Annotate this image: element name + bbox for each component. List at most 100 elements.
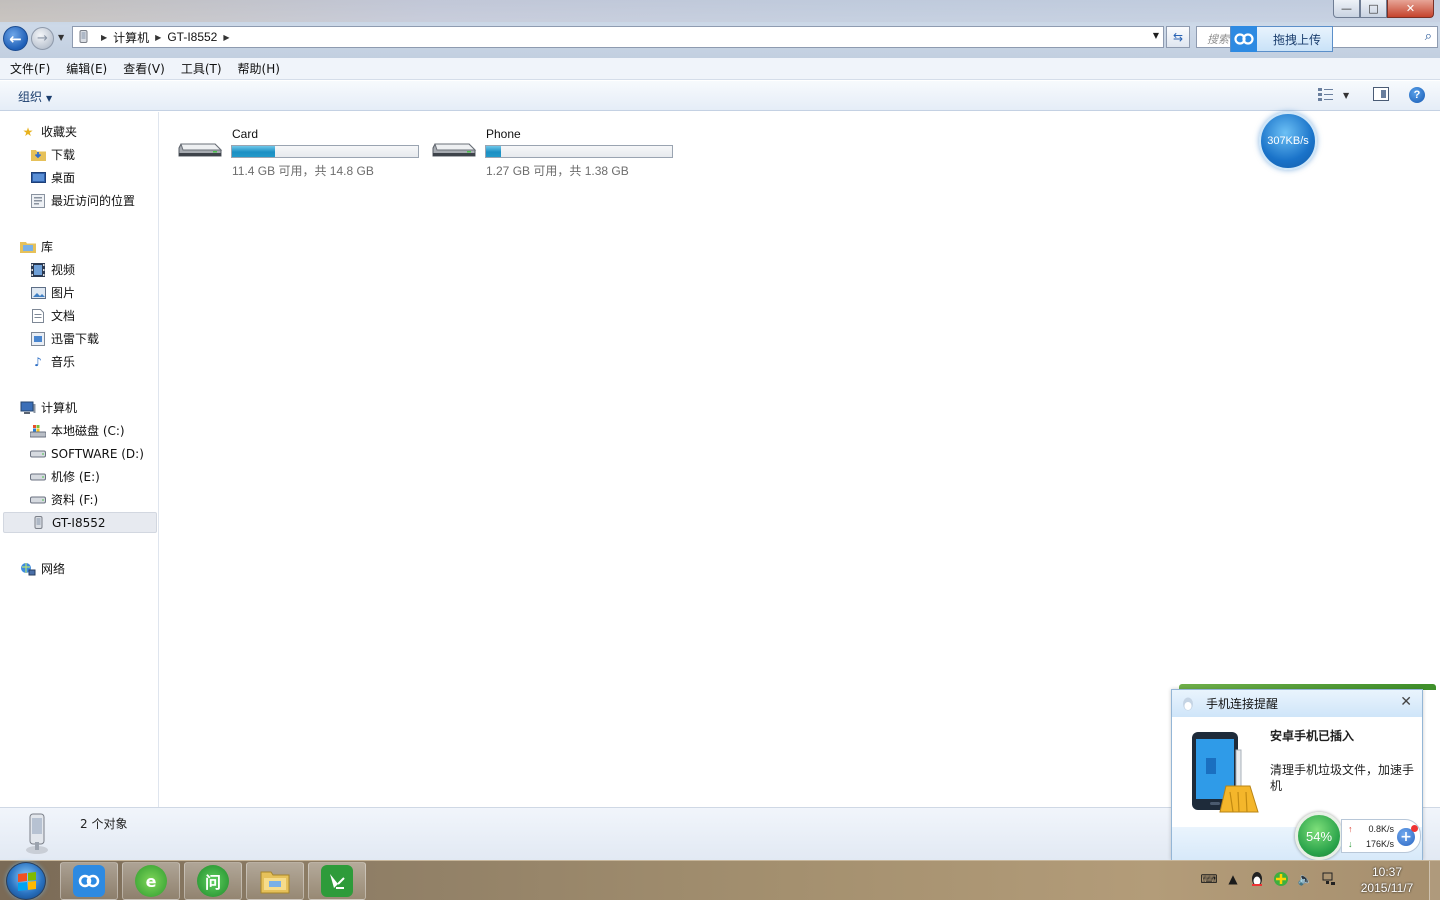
nav-item-drive-f[interactable]: 资料 (F:) bbox=[30, 489, 98, 510]
drive-name: Phone bbox=[486, 127, 521, 141]
nav-item-pictures[interactable]: 图片 bbox=[30, 282, 75, 303]
hard-drive-icon bbox=[30, 493, 46, 507]
nav-item-thunder-downloads[interactable]: 迅雷下载 bbox=[30, 328, 99, 349]
folder-icon bbox=[259, 865, 291, 897]
upload-speed-row: ↑ 0.8K/s bbox=[1348, 824, 1394, 834]
nav-item-desktop[interactable]: 桌面 bbox=[30, 167, 75, 188]
removable-drive-icon bbox=[178, 143, 223, 157]
close-button[interactable]: ✕ bbox=[1387, 0, 1434, 18]
hard-drive-icon bbox=[30, 470, 46, 484]
nav-item-music[interactable]: ♪ 音乐 bbox=[30, 351, 75, 372]
phone-device-icon bbox=[31, 515, 47, 530]
network-connection-icon[interactable] bbox=[1320, 871, 1338, 887]
minimize-button[interactable]: — bbox=[1333, 0, 1360, 18]
nav-item-label: 图片 bbox=[51, 286, 76, 300]
change-view-button[interactable] bbox=[1318, 87, 1334, 105]
nav-computer-label: 计算机 bbox=[41, 401, 78, 415]
breadcrumb-chevron-icon[interactable]: ▶ bbox=[223, 33, 229, 42]
system-drive-icon bbox=[30, 424, 46, 438]
start-button[interactable] bbox=[6, 862, 46, 900]
memory-usage-ball[interactable]: 54% bbox=[1295, 812, 1343, 860]
taskbar-360-browser[interactable]: e bbox=[122, 862, 180, 900]
back-button[interactable]: ← bbox=[3, 26, 28, 51]
nav-item-downloads[interactable]: 下载 bbox=[30, 144, 75, 165]
view-dropdown-icon[interactable]: ▼ bbox=[1343, 91, 1349, 100]
clock-date: 2015/11/7 bbox=[1360, 881, 1414, 895]
chevron-down-icon: ▼ bbox=[46, 94, 53, 103]
download-speed: 176K/s bbox=[1365, 839, 1394, 849]
menu-file[interactable]: 文件(F) bbox=[10, 60, 50, 77]
drive-phone[interactable]: Phone 1.27 GB 可用，共 1.38 GB bbox=[431, 118, 676, 178]
nav-item-videos[interactable]: 视频 bbox=[30, 259, 75, 280]
taskbar: e 问 ⌨ ▲ 🔈 10:37 2015/11/7 bbox=[0, 860, 1440, 900]
volume-icon[interactable]: 🔈 bbox=[1296, 871, 1314, 887]
search-icon[interactable]: ⌕ bbox=[1425, 29, 1432, 44]
breadcrumb-computer[interactable]: 计算机 bbox=[113, 29, 149, 46]
organize-button[interactable]: 组织 ▼ bbox=[18, 88, 52, 105]
baidu-cloud-icon bbox=[73, 865, 105, 897]
menu-help[interactable]: 帮助(H) bbox=[238, 60, 280, 77]
nav-item-documents[interactable]: 文档 bbox=[30, 305, 75, 326]
nav-item-drive-d[interactable]: SOFTWARE (D:) bbox=[30, 443, 144, 464]
breadcrumb-chevron-icon[interactable]: ▶ bbox=[101, 33, 107, 42]
nav-item-label: 视频 bbox=[51, 263, 76, 277]
menu-view[interactable]: 查看(V) bbox=[123, 60, 165, 77]
address-history-dropdown[interactable]: ▼ bbox=[1153, 31, 1159, 40]
nav-item-gt-i8552[interactable]: GT-I8552 bbox=[3, 512, 157, 533]
address-bar[interactable]: ▶ 计算机 ▶ GT-I8552 ▶ ▼ bbox=[72, 26, 1164, 48]
nav-item-label: GT-I8552 bbox=[52, 515, 106, 530]
nav-item-drive-c[interactable]: 本地磁盘 (C:) bbox=[30, 420, 125, 441]
view-options-icon bbox=[1318, 88, 1333, 101]
forward-button[interactable]: → bbox=[31, 27, 54, 50]
file-transfer-icon bbox=[321, 865, 353, 897]
nav-favorites-label: 收藏夹 bbox=[41, 125, 78, 139]
nav-item-recent-places[interactable]: 最近访问的位置 bbox=[30, 190, 135, 211]
nav-computer[interactable]: 计算机 bbox=[20, 397, 77, 418]
preview-pane-button[interactable] bbox=[1373, 87, 1389, 101]
nav-favorites[interactable]: ★ 收藏夹 bbox=[20, 121, 77, 142]
security-guard-icon[interactable] bbox=[1272, 871, 1290, 887]
breadcrumb-chevron-icon[interactable]: ▶ bbox=[155, 33, 161, 42]
show-hidden-icons-icon[interactable]: ▲ bbox=[1224, 871, 1242, 887]
notification-message[interactable]: 清理手机垃圾文件，加速手机 bbox=[1270, 762, 1418, 794]
recent-pages-dropdown[interactable]: ▼ bbox=[58, 33, 64, 42]
capacity-bar bbox=[485, 145, 673, 158]
nav-item-label: 下载 bbox=[51, 148, 76, 162]
nav-item-label: 资料 (F:) bbox=[51, 493, 99, 507]
baidu-cloud-icon bbox=[1231, 26, 1257, 52]
nav-item-drive-e[interactable]: 机修 (E:) bbox=[30, 466, 100, 487]
menu-tools[interactable]: 工具(T) bbox=[181, 60, 222, 77]
window-controls: — □ ✕ bbox=[1333, 0, 1434, 18]
network-speed-widget[interactable]: 307KB/s bbox=[1259, 112, 1317, 170]
keyboard-icon[interactable]: ⌨ bbox=[1200, 871, 1218, 887]
clock[interactable]: 10:37 2015/11/7 bbox=[1352, 864, 1422, 896]
browser-e-icon: e bbox=[135, 865, 167, 897]
network-speed-value: 307KB/s bbox=[1267, 135, 1309, 147]
title-bar-decoration bbox=[0, 0, 1440, 22]
refresh-button[interactable]: ⇆ bbox=[1166, 26, 1190, 48]
drive-card[interactable]: Card 11.4 GB 可用，共 14.8 GB bbox=[177, 118, 422, 178]
qq-penguin-icon[interactable] bbox=[1248, 871, 1266, 887]
capacity-bar-fill bbox=[486, 146, 501, 157]
taskbar-file-transfer[interactable] bbox=[308, 862, 366, 900]
nav-item-label: 本地磁盘 (C:) bbox=[51, 424, 125, 438]
arrow-right-icon: → bbox=[37, 31, 48, 46]
phone-device-icon bbox=[26, 813, 48, 854]
breadcrumb-device[interactable]: GT-I8552 bbox=[167, 30, 217, 44]
nav-item-label: 桌面 bbox=[51, 171, 76, 185]
removable-drive-icon bbox=[432, 143, 477, 157]
maximize-button[interactable]: □ bbox=[1360, 0, 1387, 18]
nav-network[interactable]: 网络 bbox=[20, 558, 65, 579]
taskbar-baidu-cloud[interactable] bbox=[60, 862, 118, 900]
taskbar-explorer[interactable] bbox=[246, 862, 304, 900]
nav-libraries-label: 库 bbox=[41, 240, 54, 254]
nav-libraries[interactable]: 库 bbox=[20, 236, 53, 257]
drag-upload-popup[interactable]: 拖拽上传 bbox=[1230, 26, 1333, 52]
menu-edit[interactable]: 编辑(E) bbox=[66, 60, 107, 77]
download-speed-row: ↓ 176K/s bbox=[1348, 839, 1394, 849]
show-desktop-button[interactable] bbox=[1429, 861, 1440, 900]
help-button[interactable]: ? bbox=[1409, 87, 1425, 103]
taskbar-iwenwen[interactable]: 问 bbox=[184, 862, 242, 900]
accelerate-plus-button[interactable]: + bbox=[1397, 825, 1418, 846]
close-icon[interactable]: ✕ bbox=[1400, 694, 1412, 710]
